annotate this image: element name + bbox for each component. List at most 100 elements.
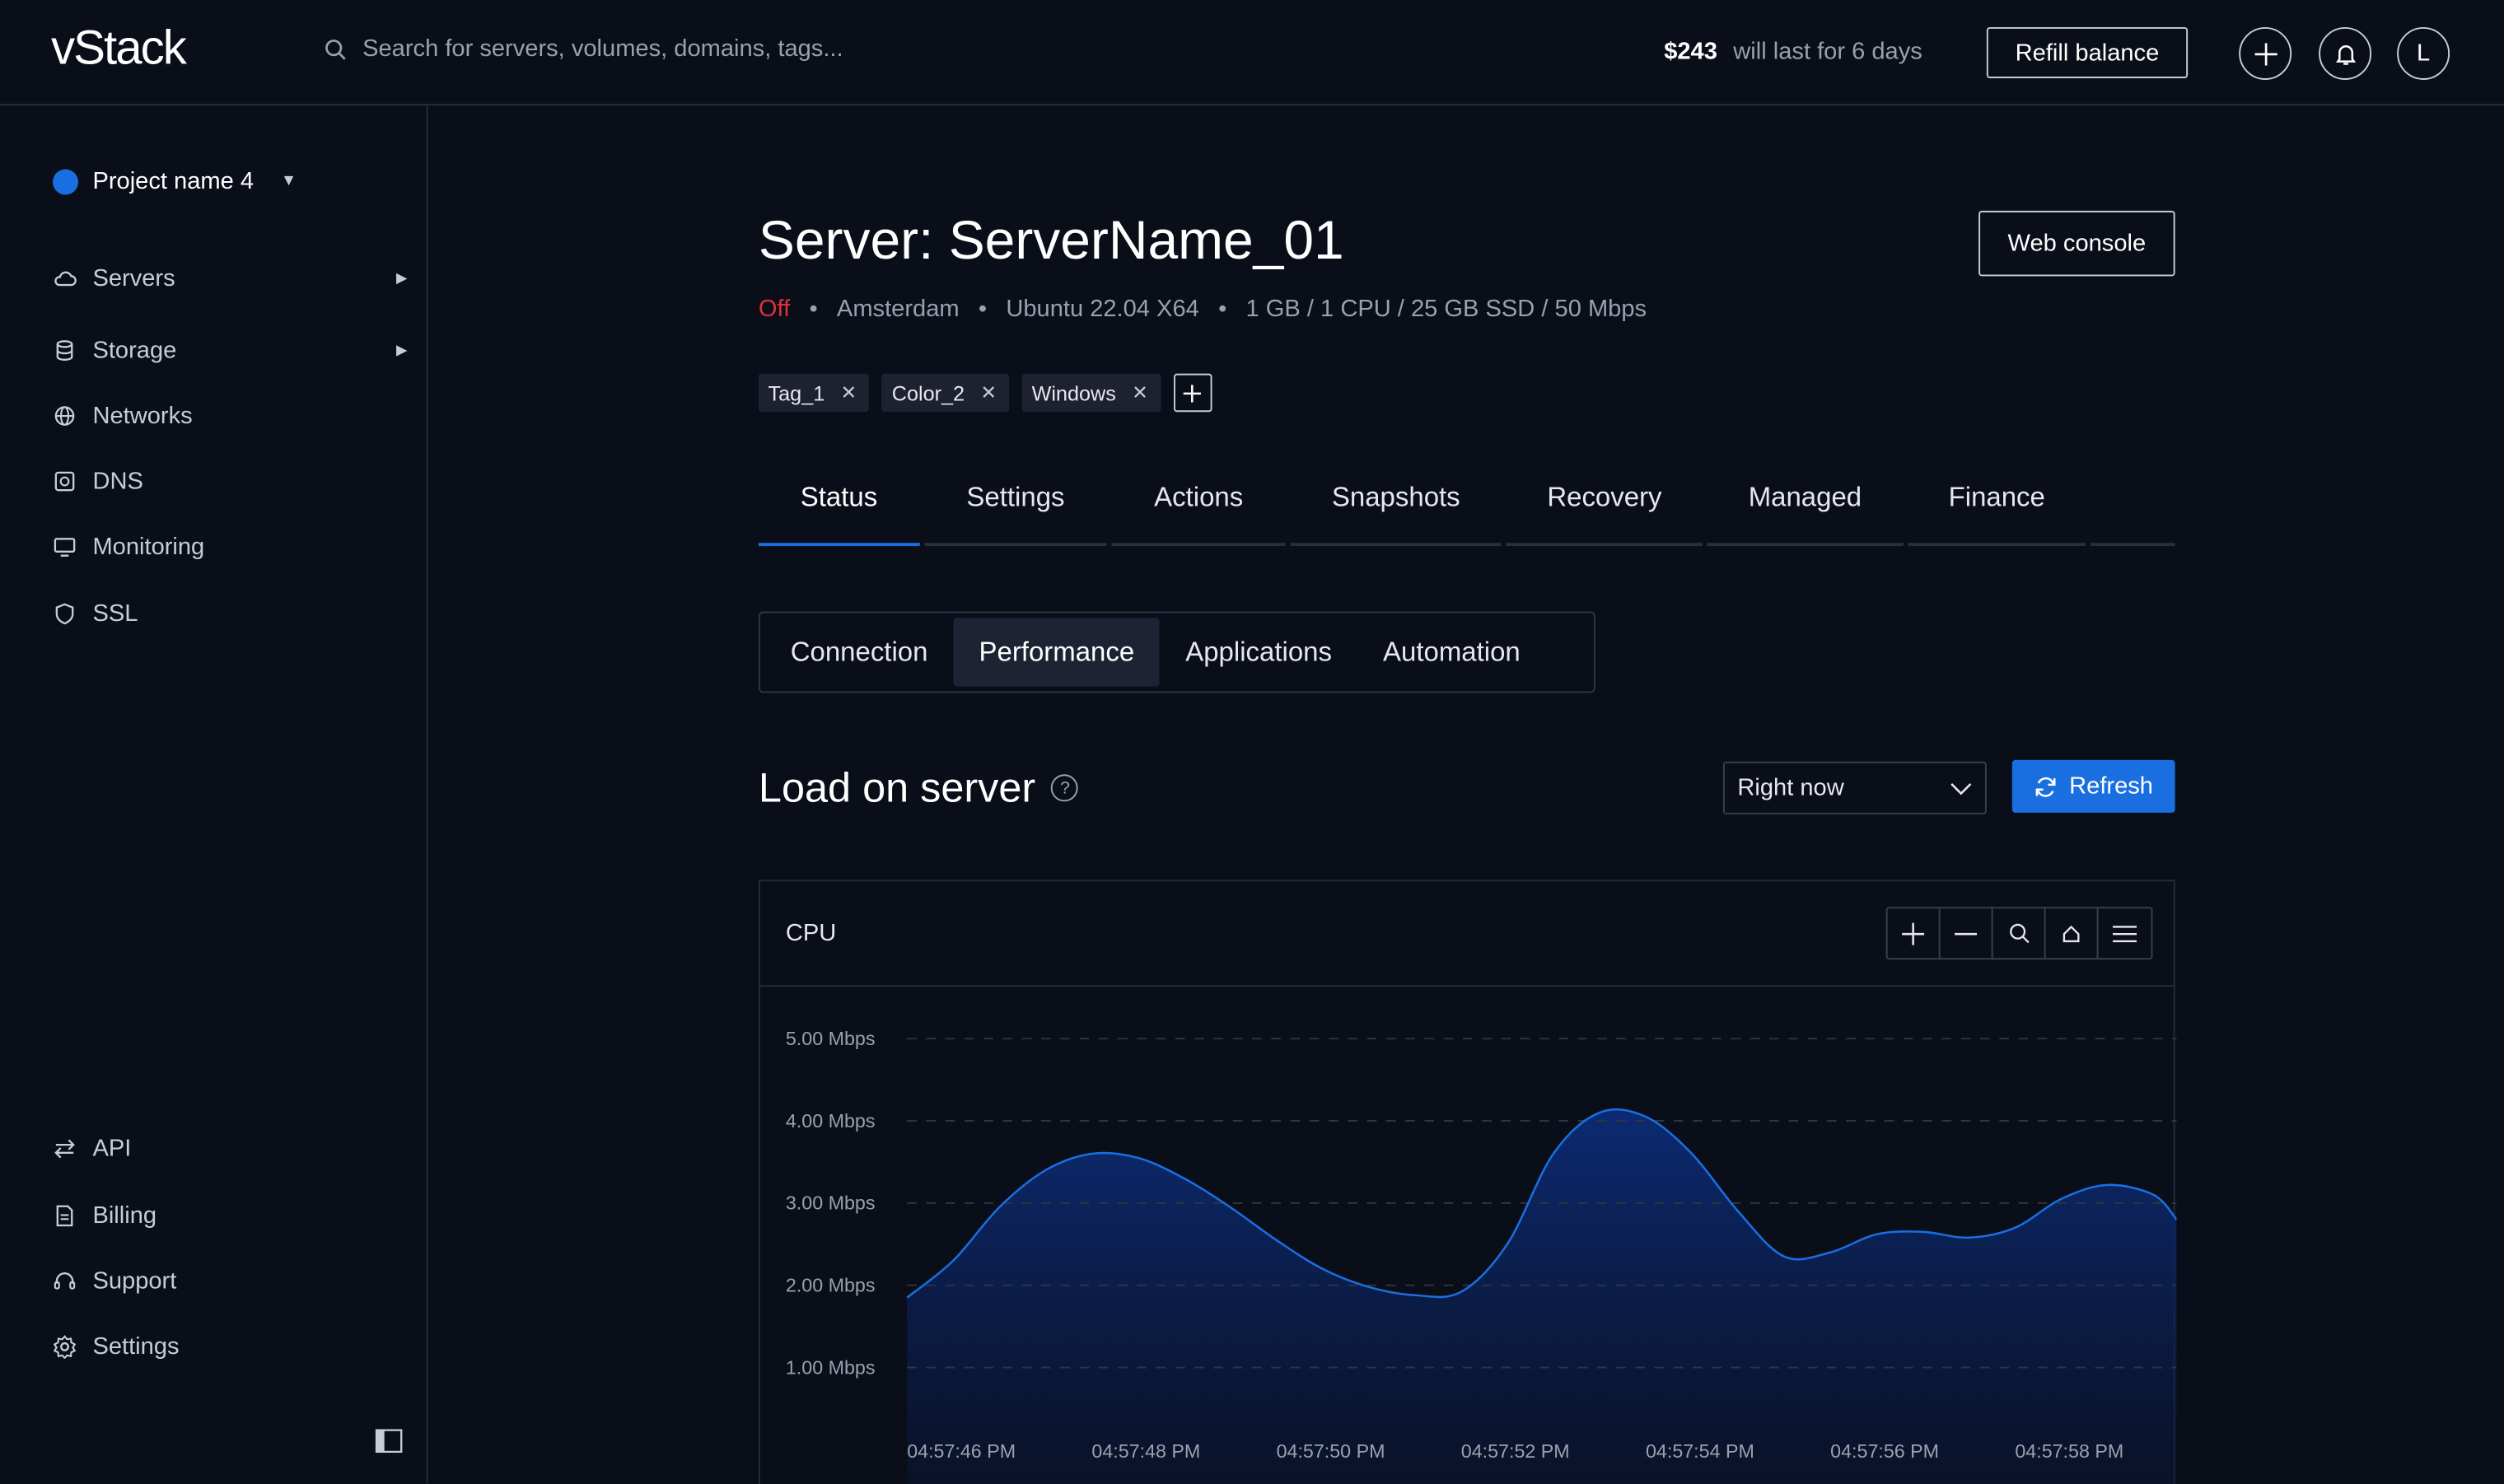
help-icon[interactable]: ? (1051, 774, 1079, 802)
y-tick-label: 2.00 Mbps (786, 1274, 876, 1295)
tab-settings[interactable]: Settings (923, 473, 1108, 547)
section-title: Load on server ? (759, 763, 1079, 813)
gear-icon (53, 1334, 77, 1358)
sidebar-item-storage[interactable]: Storage ▶ (53, 330, 407, 369)
subtab-connection[interactable]: Connection (765, 618, 954, 686)
separator-dot: • (1218, 295, 1227, 323)
time-range-value: Right now (1737, 774, 1844, 802)
load-title: Load on server (758, 763, 1036, 811)
cloud-icon (53, 266, 77, 290)
chevron-right-icon: ▶ (395, 340, 408, 357)
refill-balance-button[interactable]: Refill balance (1986, 26, 2189, 79)
database-icon (53, 338, 77, 362)
x-tick-label: 04:57:50 PM (1277, 1440, 1385, 1462)
cpu-chart-card: CPU 5.00 Mbps 4.00 Mbps 3.00 Mbps 2.00 Mbps… (758, 880, 2177, 1484)
subtab-automation[interactable]: Automation (1357, 618, 1546, 686)
sidebar-item-networks[interactable]: Networks (53, 396, 407, 435)
chevron-right-icon: ▶ (395, 268, 408, 286)
sidebar: Project name 4 ▼ Servers ▶ Storage ▶ Net… (0, 105, 428, 1484)
top-bar: vStack $243 will last for 6 days Refill … (0, 0, 2504, 105)
sidebar-item-dns[interactable]: DNS (53, 461, 407, 500)
y-tick-label: 4.00 Mbps (786, 1110, 876, 1132)
sidebar-item-api[interactable]: API (53, 1129, 407, 1168)
y-tick-label: 1.00 Mbps (786, 1356, 876, 1378)
sidebar-item-label: API (92, 1134, 132, 1162)
sidebar-item-label: Monitoring (92, 532, 205, 560)
cpu-area (907, 1109, 2177, 1484)
tab-recovery[interactable]: Recovery (1507, 473, 1703, 547)
search-bar[interactable] (325, 35, 1282, 63)
search-input[interactable] (362, 35, 1161, 63)
tag-chip: Tag_1 ✕ (758, 373, 870, 413)
minus-icon (1955, 931, 1978, 935)
server-os: Ubuntu 22.04 X64 (1006, 295, 1199, 323)
tab-actions[interactable]: Actions (1111, 473, 1286, 547)
sidebar-item-ssl[interactable]: SSL (53, 594, 407, 632)
sidebar-item-monitoring[interactable]: Monitoring (53, 527, 407, 566)
close-icon[interactable]: ✕ (1132, 381, 1148, 404)
tab-snapshots[interactable]: Snapshots (1290, 473, 1502, 547)
project-selector[interactable]: Project name 4 ▼ (52, 167, 297, 195)
time-range-select[interactable]: Right now (1722, 761, 1987, 814)
shield-icon (53, 601, 77, 625)
tab-managed[interactable]: Managed (1707, 473, 1904, 547)
zoom-select-button[interactable] (1993, 908, 2046, 959)
close-icon[interactable]: ✕ (841, 381, 857, 404)
search-icon (325, 39, 346, 59)
tab-spacer (2091, 473, 2175, 547)
sidebar-item-servers[interactable]: Servers ▶ (53, 259, 407, 297)
server-meta: Off • Amsterdam • Ubuntu 22.04 X64 • 1 G… (759, 296, 1647, 323)
notifications-button[interactable] (2319, 26, 2372, 80)
caret-down-icon: ▼ (281, 172, 297, 190)
subtab-applications[interactable]: Applications (1160, 618, 1357, 686)
subtab-performance[interactable]: Performance (953, 618, 1161, 687)
add-button[interactable] (2239, 26, 2292, 80)
tag-chip: Windows ✕ (1021, 373, 1161, 413)
menu-icon (2113, 925, 2137, 942)
project-color-dot (52, 168, 79, 194)
user-avatar[interactable]: L (2397, 26, 2450, 80)
sidebar-item-label: DNS (92, 467, 143, 495)
sub-tabs: Connection Performance Applications Auto… (758, 611, 1595, 693)
main-tabs: Status Settings Actions Snapshots Recove… (758, 473, 2175, 547)
status-badge: Off (758, 295, 791, 323)
refresh-button[interactable]: Refresh (2011, 759, 2175, 813)
chart-menu-button[interactable] (2099, 908, 2151, 958)
plus-icon (2254, 42, 2277, 65)
collapse-sidebar-icon[interactable] (375, 1429, 403, 1461)
globe-icon (53, 404, 77, 427)
add-tag-button[interactable] (1173, 373, 1212, 413)
tag-chip: Color_2 ✕ (882, 373, 1010, 413)
x-tick-label: 04:57:56 PM (1830, 1440, 1939, 1462)
x-tick-label: 04:57:46 PM (907, 1440, 1016, 1462)
tab-status[interactable]: Status (758, 473, 920, 547)
refresh-icon (2035, 776, 2055, 796)
plus-icon (1902, 922, 1925, 945)
x-tick-label: 04:57:54 PM (1646, 1440, 1754, 1462)
x-tick-label: 04:57:58 PM (2015, 1440, 2123, 1462)
sidebar-item-label: Settings (92, 1332, 180, 1360)
tag-list: Tag_1 ✕ Color_2 ✕ Windows ✕ (758, 373, 1212, 413)
sidebar-item-billing[interactable]: Billing (53, 1196, 407, 1234)
monitor-icon (53, 534, 77, 558)
document-icon (53, 1203, 77, 1227)
sidebar-item-label: Support (92, 1267, 177, 1295)
sidebar-item-label: Networks (92, 401, 193, 429)
server-specs: 1 GB / 1 CPU / 25 GB SSD / 50 Mbps (1245, 295, 1647, 323)
sidebar-item-support[interactable]: Support (53, 1262, 407, 1300)
web-console-button[interactable]: Web console (1978, 210, 2175, 277)
tab-finance[interactable]: Finance (1908, 473, 2086, 547)
dns-icon (53, 469, 77, 492)
sidebar-item-label: Servers (92, 264, 175, 292)
zoom-in-button[interactable] (1888, 908, 1941, 959)
server-location: Amsterdam (836, 295, 960, 323)
reset-zoom-button[interactable] (2046, 908, 2099, 959)
project-name: Project name 4 (92, 167, 255, 195)
app-logo[interactable]: vStack (51, 22, 187, 77)
x-tick-label: 04:57:52 PM (1461, 1440, 1570, 1462)
chart-toolbar (1885, 907, 2153, 960)
separator-dot: • (809, 295, 818, 323)
close-icon[interactable]: ✕ (980, 381, 997, 404)
sidebar-item-settings[interactable]: Settings (53, 1327, 407, 1365)
zoom-out-button[interactable] (1941, 908, 1993, 959)
